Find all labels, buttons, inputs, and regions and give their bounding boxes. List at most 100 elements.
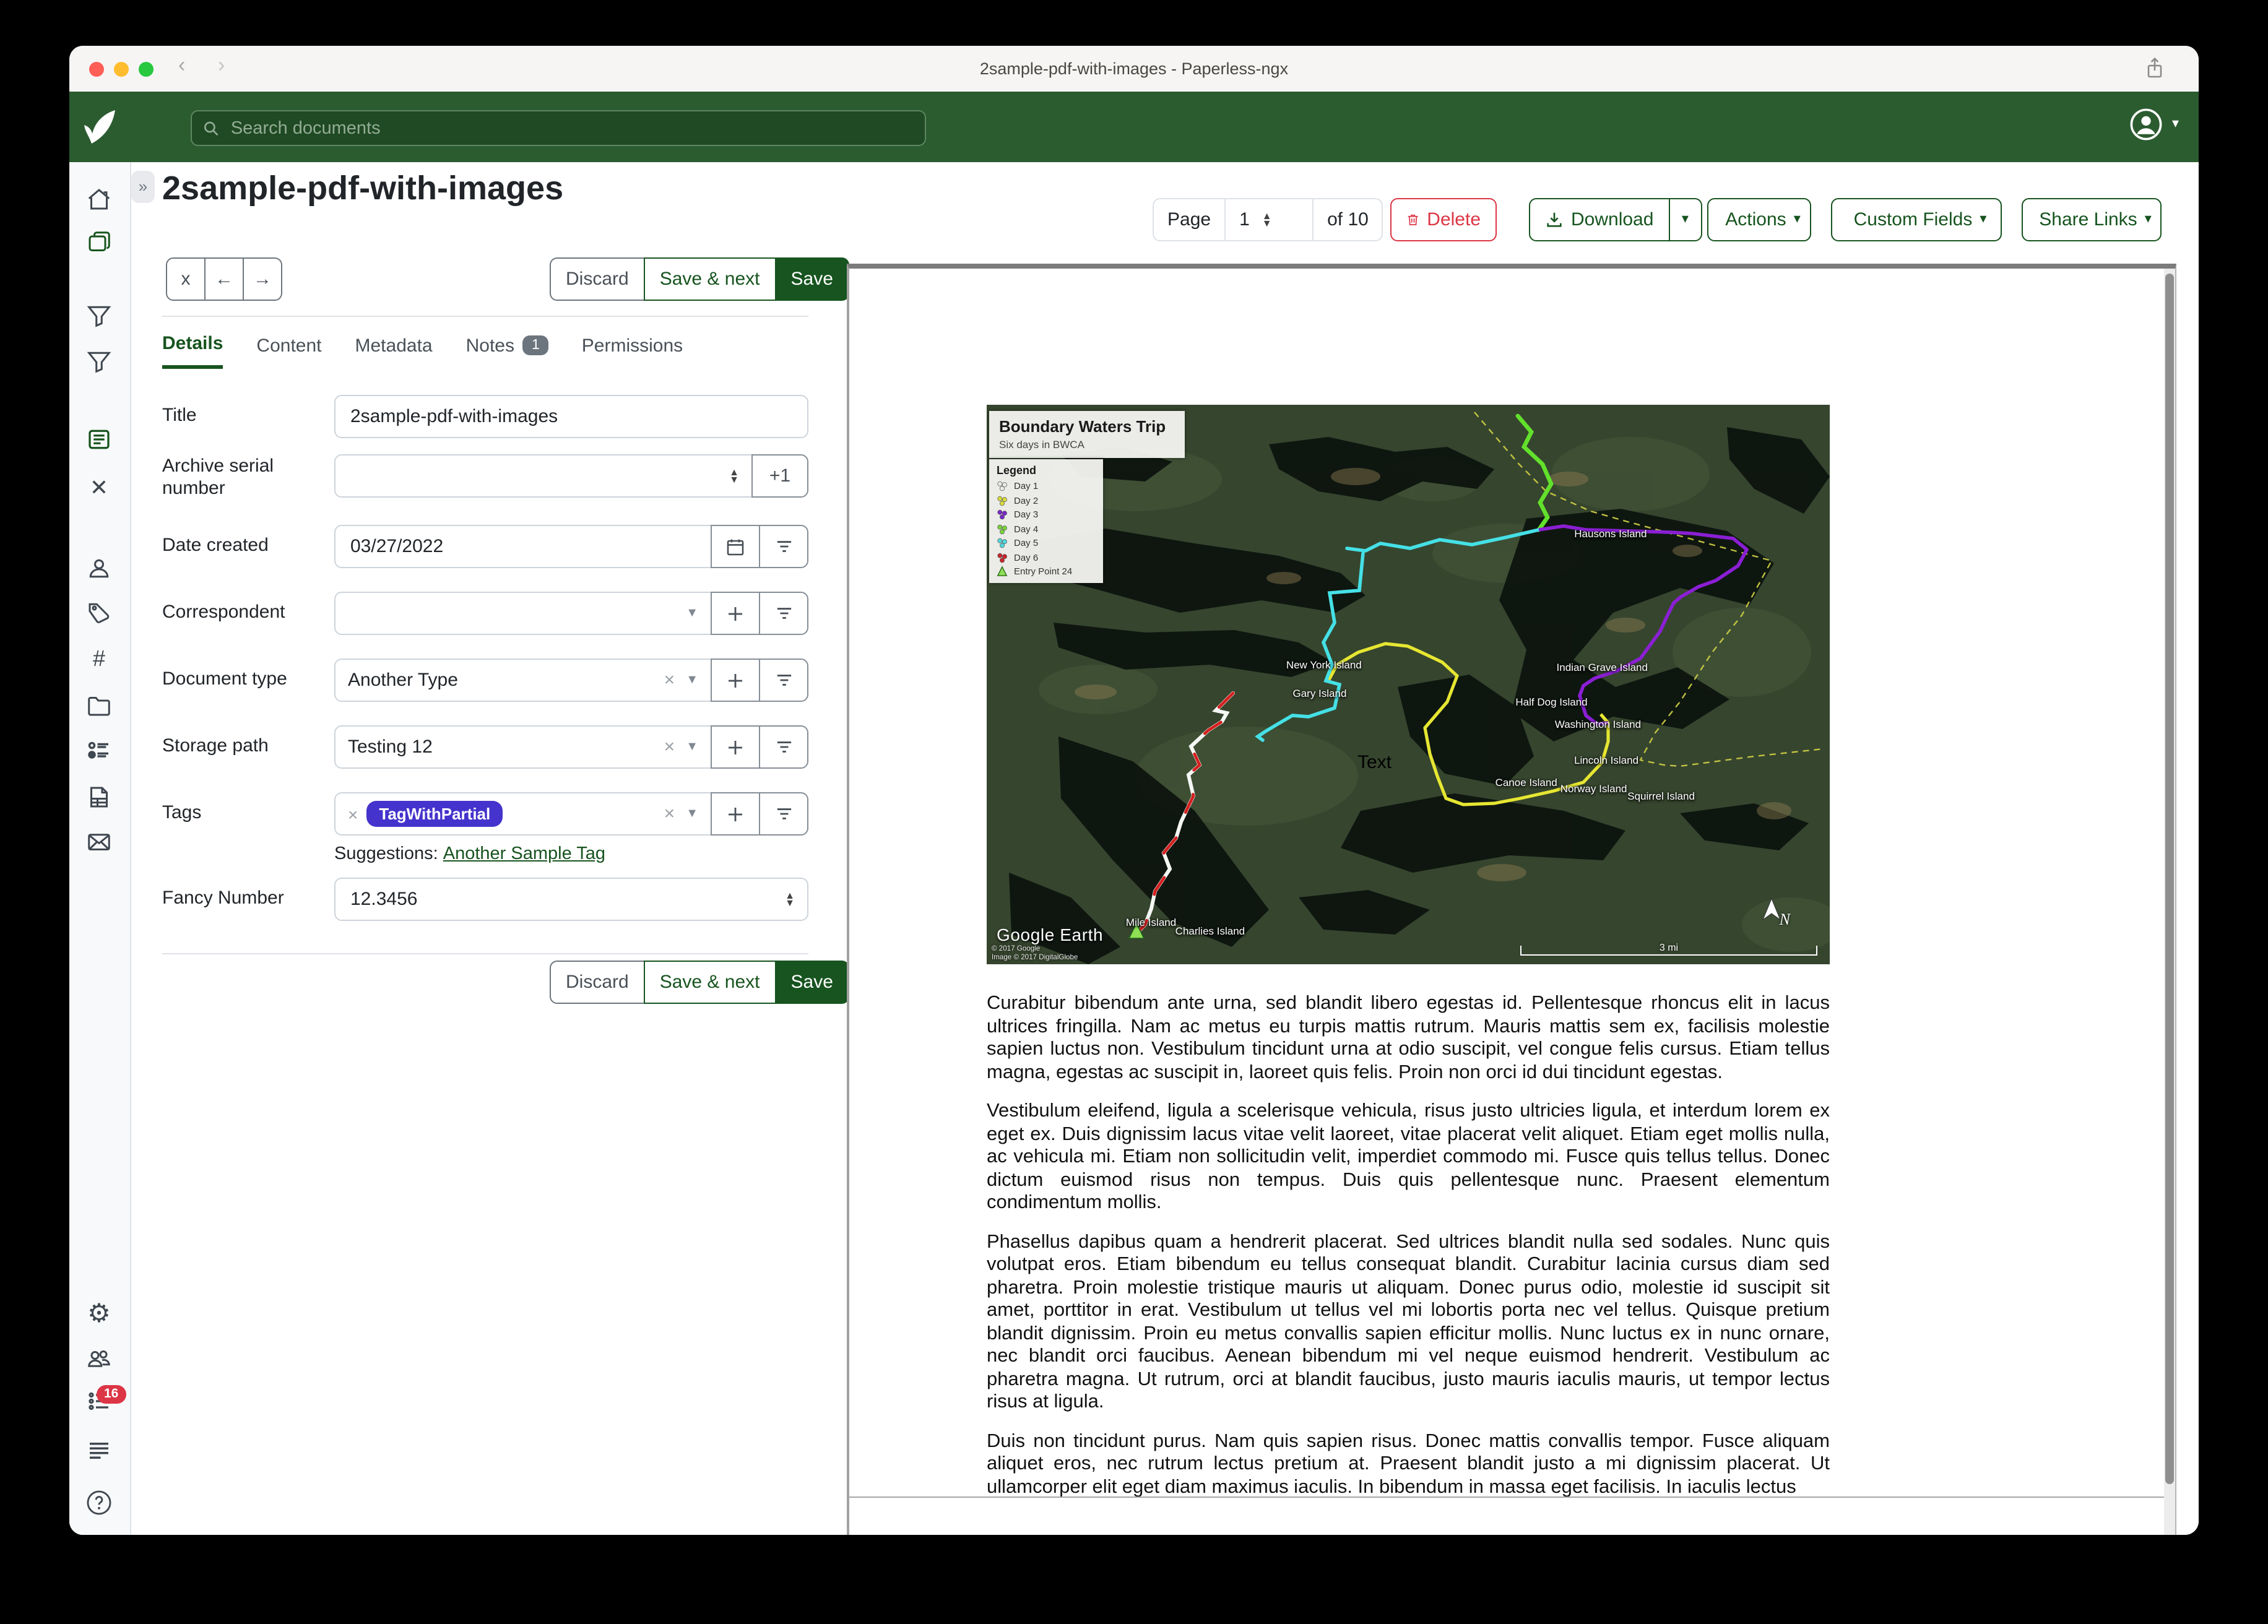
pdf-paragraph: Phasellus dapibus quam a hendrerit place… <box>987 1231 1830 1414</box>
legend-item-label: Day 6 <box>1014 551 1038 563</box>
close-document-button[interactable]: x <box>166 257 206 301</box>
asn-plus-one-button[interactable]: +1 <box>751 454 808 498</box>
tab-metadata[interactable]: Metadata <box>355 333 433 369</box>
map-place-label: Norway Island <box>1560 782 1627 794</box>
document-nav-group: x ← → <box>166 257 282 301</box>
custom-fields-button[interactable]: Custom Fields▾ <box>1831 198 2002 241</box>
save-next-button[interactable]: Save & next <box>644 961 776 1004</box>
page-spinner-icon[interactable]: ▲▼ <box>1262 212 1272 227</box>
remove-tag-icon[interactable]: × <box>348 804 358 824</box>
download-options-caret[interactable]: ▾ <box>1668 198 1702 241</box>
share-icon[interactable] <box>2145 57 2164 85</box>
save-button[interactable]: Save <box>775 257 849 301</box>
sidebar-item-tags[interactable] <box>84 598 114 628</box>
sidebar-item-saved-view-2[interactable] <box>84 347 114 376</box>
asn-spinner-icon[interactable]: ▲▼ <box>729 469 739 483</box>
clear-icon[interactable]: × <box>664 670 675 691</box>
sidebar-item-settings-gear-icon[interactable]: ⚙ <box>84 1298 114 1328</box>
clear-icon[interactable]: × <box>664 803 675 824</box>
storage-path-select[interactable]: Testing 12 ×▼ <box>334 725 712 769</box>
previous-document-button[interactable]: ← <box>204 257 244 301</box>
window-title: 2sample-pdf-with-images - Paperless-ngx <box>69 46 2199 92</box>
sidebar-item-saved-view-1[interactable] <box>84 301 114 330</box>
preview-scrollbar-thumb[interactable] <box>2165 274 2174 1484</box>
date-filter-button[interactable] <box>759 525 808 568</box>
download-button[interactable]: Download <box>1529 198 1669 241</box>
sidebar-close-all-documents-icon[interactable]: ✕ <box>84 473 114 503</box>
sidebar: ✕ # ⚙ <box>69 162 131 1535</box>
suggested-tag-link[interactable]: Another Sample Tag <box>443 844 605 864</box>
tab-notes[interactable]: Notes1 <box>466 333 548 369</box>
title-input[interactable] <box>348 405 795 428</box>
sidebar-expand-button[interactable]: » <box>131 171 155 203</box>
sidebar-item-users-groups[interactable] <box>84 1344 114 1374</box>
map-credit: © 2017 Google <box>992 946 1040 953</box>
sidebar-item-document-types[interactable]: # <box>84 644 114 673</box>
dropdown-caret-icon[interactable]: ▼ <box>686 740 698 754</box>
pdf-paragraph: Vestibulum eleifend, ligula a scelerisqu… <box>987 1100 1830 1215</box>
sidebar-item-workflows[interactable] <box>84 782 114 812</box>
tab-permissions[interactable]: Permissions <box>582 333 683 369</box>
dropdown-caret-icon[interactable]: ▼ <box>686 807 698 821</box>
sidebar-item-open-document[interactable] <box>84 425 114 454</box>
delete-button[interactable]: Delete <box>1390 198 1497 241</box>
screen: ‹ › 2sample-pdf-with-images - Paperless-… <box>0 0 2268 1624</box>
sidebar-item-mail[interactable] <box>84 827 114 857</box>
filter-icon <box>774 806 793 822</box>
sidebar-item-storage-paths[interactable] <box>84 691 114 720</box>
sidebar-item-documents[interactable] <box>84 228 114 257</box>
search-input[interactable] <box>228 117 914 139</box>
user-menu[interactable]: ▾ <box>2130 108 2179 141</box>
correspondent-filter-button[interactable] <box>759 592 808 635</box>
editor-tabs: Details Content Metadata Notes1 Permissi… <box>162 333 683 369</box>
document-type-select[interactable]: Another Type ×▼ <box>334 659 712 702</box>
storage-path-add-button[interactable] <box>711 725 760 769</box>
document-type-add-button[interactable] <box>711 659 760 702</box>
map-title: Boundary Waters Trip <box>999 417 1175 436</box>
map-place-label: Charlies Island <box>1175 925 1245 937</box>
correspondent-add-button[interactable] <box>711 592 760 635</box>
route-dots-icon <box>997 480 1008 491</box>
tags-filter-button[interactable] <box>759 792 808 836</box>
storage-path-filter-button[interactable] <box>759 725 808 769</box>
tab-details[interactable]: Details <box>162 333 223 369</box>
discard-button[interactable]: Discard <box>550 961 645 1004</box>
sidebar-item-correspondents[interactable] <box>84 553 114 583</box>
page-number-field[interactable]: 1 ▲▼ <box>1224 199 1312 240</box>
sidebar-item-custom-fields[interactable] <box>84 735 114 765</box>
fancy-number-spinner-icon[interactable]: ▲▼ <box>785 892 795 907</box>
tag-chip[interactable]: TagWithPartial <box>366 801 503 827</box>
clear-icon[interactable]: × <box>664 736 675 758</box>
dropdown-caret-icon[interactable]: ▼ <box>686 607 698 620</box>
map-place-label: Lincoln Island <box>1574 754 1638 766</box>
map-place-label: Squirrel Island <box>1627 790 1695 803</box>
date-created-input[interactable] <box>348 535 698 558</box>
save-button[interactable]: Save <box>775 961 849 1004</box>
asn-number-input[interactable] <box>348 464 729 488</box>
map-title-box: Boundary Waters Trip Six days in BWCA <box>989 411 1185 458</box>
next-document-button[interactable]: → <box>243 257 282 301</box>
page-number-value: 1 <box>1239 209 1250 230</box>
tags-select[interactable]: × TagWithPartial × ▼ <box>334 792 712 836</box>
discard-button[interactable]: Discard <box>550 257 645 301</box>
route-dots-icon <box>997 509 1008 520</box>
map-place-label: Text <box>1357 753 1392 774</box>
sidebar-item-logs[interactable] <box>84 1436 114 1466</box>
download-split-button: Download ▾ <box>1529 198 1702 241</box>
correspondent-select[interactable]: ▼ <box>334 592 712 635</box>
sidebar-item-dashboard[interactable] <box>84 184 114 214</box>
fancy-number-input[interactable] <box>348 888 785 911</box>
save-next-button[interactable]: Save & next <box>644 257 776 301</box>
document-type-filter-button[interactable] <box>759 659 808 702</box>
asn-input[interactable]: ▲▼ <box>334 454 753 498</box>
fancy-number-field[interactable]: ▲▼ <box>334 878 808 921</box>
preview-scrollbar[interactable] <box>2164 269 2175 1535</box>
sidebar-item-help[interactable] <box>84 1488 114 1518</box>
share-links-button[interactable]: Share Links▾ <box>2022 198 2162 241</box>
tags-add-button[interactable] <box>711 792 760 836</box>
calendar-button[interactable] <box>711 525 760 568</box>
page-label: Page <box>1154 199 1224 240</box>
actions-button[interactable]: Actions▾ <box>1707 198 1811 241</box>
dropdown-caret-icon[interactable]: ▼ <box>686 673 698 687</box>
tab-content[interactable]: Content <box>256 333 321 369</box>
